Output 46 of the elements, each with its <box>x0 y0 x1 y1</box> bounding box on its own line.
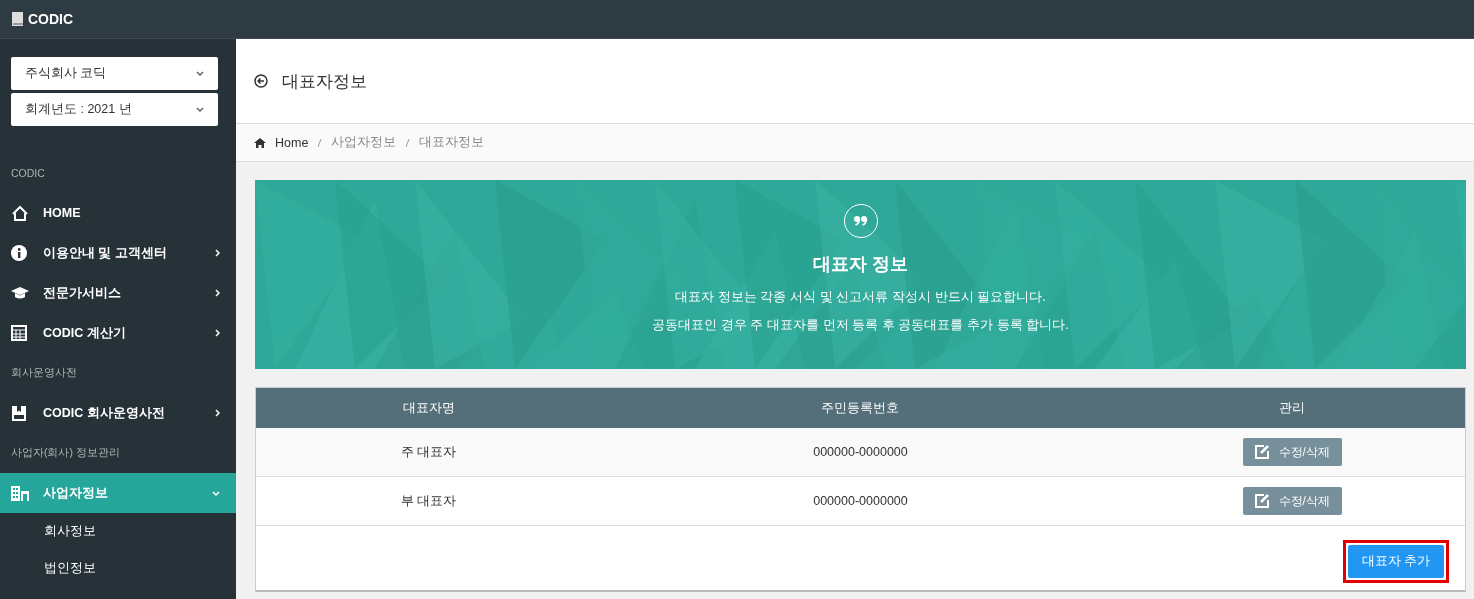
chevron-down-icon <box>196 71 204 76</box>
table-cell: 000000-0000000 <box>813 494 908 508</box>
sidebar-item[interactable]: CODIC 회사운영사전 <box>0 393 236 433</box>
banner-title: 대표자 정보 <box>813 253 908 276</box>
page-title: 대표자정보 <box>282 70 367 93</box>
breadcrumb-link[interactable]: Home <box>275 135 309 150</box>
sidebar-subitem[interactable]: 법인정보 <box>0 550 236 587</box>
table-header: 대표자명 주민등록번호 관리 <box>256 388 1465 428</box>
quote-glyph-icon <box>853 216 868 226</box>
table-cell: 000000-0000000 <box>813 445 908 459</box>
sidebar-item[interactable]: 전문가서비스 <box>0 273 236 313</box>
breadcrumb-link[interactable]: 대표자정보 <box>419 134 485 151</box>
home-icon <box>11 205 29 221</box>
banner-text: 대표자 정보는 각종 서식 및 신고서류 작성시 반드시 필요합니다. <box>675 288 1046 306</box>
calculator-icon <box>11 325 29 341</box>
section-label: 회사운영사전 <box>10 365 78 380</box>
chevron-down-icon <box>196 107 204 112</box>
banner-text: 공동대표인 경우 주 대표자를 먼저 등록 후 공동대표를 추가 등록 합니다. <box>652 316 1069 334</box>
section-label: 사업자(회사) 정보관리 <box>10 445 121 460</box>
sidebar-subitem[interactable]: 회사정보 <box>0 513 236 550</box>
chevron-right-icon <box>215 329 220 337</box>
edit-icon <box>1254 445 1269 459</box>
table-cell: 부 대표자 <box>400 492 457 510</box>
select-field[interactable]: 주식회사 코딕 <box>11 57 218 90</box>
table-cell: 주 대표자 <box>400 443 457 461</box>
home-icon <box>254 137 266 148</box>
sidebar-item[interactable]: HOME <box>0 193 236 233</box>
slash-icon <box>317 137 323 148</box>
sidebar-item[interactable]: 이용안내 및 고객센터 <box>0 233 236 273</box>
chevron-right-icon <box>215 289 220 297</box>
sidebar-item[interactable]: CODIC 계산기 <box>0 313 236 353</box>
chevron-right-icon <box>215 409 220 417</box>
info-icon <box>11 245 29 261</box>
chevron-down-icon <box>212 490 220 496</box>
graduation-cap-icon <box>11 285 29 301</box>
building-icon <box>11 485 29 501</box>
slash-icon <box>405 137 411 148</box>
select-field[interactable]: 회계년도 : 2021 년 <box>11 93 218 126</box>
breadcrumb-link[interactable]: 사업자정보 <box>331 134 397 151</box>
book-icon <box>12 12 23 26</box>
section-label: CODIC <box>10 166 46 181</box>
edit-icon <box>1254 494 1269 508</box>
back-arrow-icon <box>254 74 268 88</box>
chevron-right-icon <box>215 249 220 257</box>
book-icon <box>11 405 29 421</box>
app-title: CODIC <box>28 11 74 27</box>
